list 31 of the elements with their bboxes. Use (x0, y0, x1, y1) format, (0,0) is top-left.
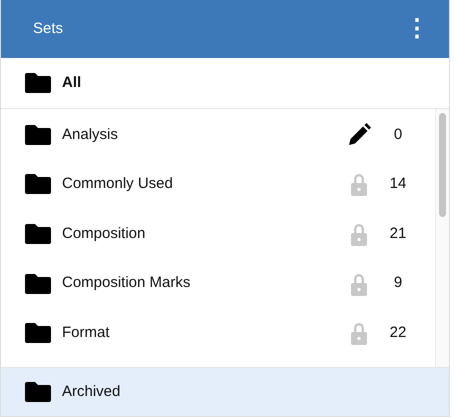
scrollbar-thumb[interactable] (439, 113, 446, 217)
set-count: 0 (392, 124, 404, 145)
folder-icon (25, 323, 51, 344)
set-row[interactable]: Composition Marks 9 (1, 258, 435, 308)
folder-icon (25, 224, 51, 244)
set-name: Composition (62, 224, 146, 244)
folder-icon (25, 124, 51, 145)
pencil-icon (347, 122, 371, 147)
list-item[interactable]: All (1, 58, 449, 109)
set-name: Analysis (62, 124, 119, 145)
set-count: 21 (388, 224, 408, 244)
item-label: Archived (62, 382, 122, 402)
scrollbar[interactable] (435, 109, 449, 367)
list-item[interactable]: Archived (1, 368, 449, 416)
folder-icon (25, 382, 51, 402)
set-name: Commonly Used (62, 174, 174, 194)
set-count: 14 (388, 174, 408, 194)
panel-title: Sets (33, 18, 64, 39)
more-menu-button[interactable]: ⋮ (401, 17, 433, 41)
item-label: All (62, 72, 82, 93)
set-row[interactable]: Analysis 0 (1, 110, 435, 160)
set-name: Composition Marks (62, 273, 192, 294)
folder-icon (25, 73, 51, 93)
set-name: Format (62, 322, 111, 343)
set-row[interactable]: Composition 21 (1, 209, 435, 259)
set-count: 22 (388, 322, 408, 343)
set-count: 9 (392, 273, 404, 294)
folder-icon (25, 274, 51, 294)
folder-icon (25, 174, 51, 194)
set-row[interactable]: Format 22 (1, 308, 435, 358)
set-row[interactable]: Commonly Used 14 (1, 160, 435, 210)
